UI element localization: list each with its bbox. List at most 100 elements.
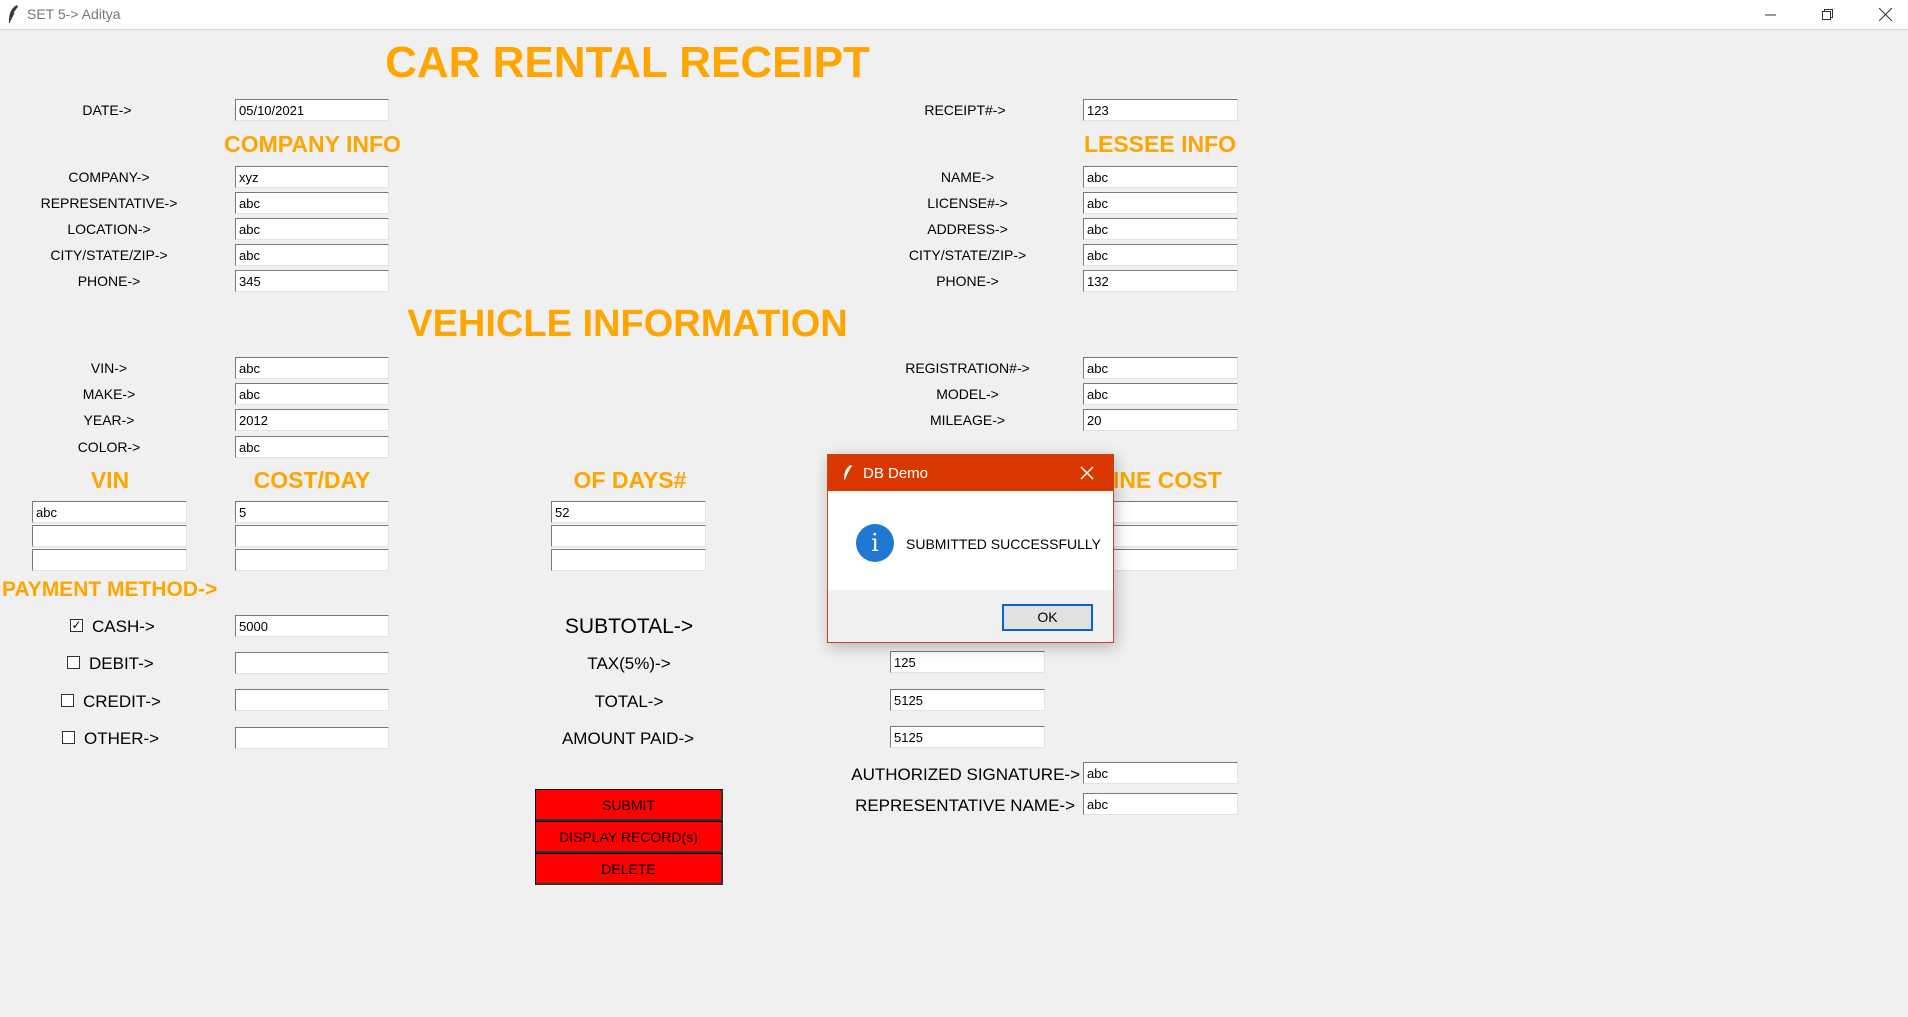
amount-paid-label: AMOUNT PAID-> bbox=[561, 729, 695, 748]
other-label: OTHER-> bbox=[84, 729, 160, 748]
lessee-name-label: NAME-> bbox=[940, 169, 995, 185]
restore-button[interactable] bbox=[1800, 0, 1856, 29]
registration-label: REGISTRATION#-> bbox=[905, 360, 1030, 376]
line-vin-field-3[interactable] bbox=[32, 549, 187, 571]
close-icon bbox=[1878, 8, 1892, 21]
address-field[interactable]: abc bbox=[1083, 218, 1238, 240]
license-label: LICENSE#-> bbox=[927, 195, 1008, 211]
debit-amount-field[interactable] bbox=[235, 652, 389, 674]
dialog-message: SUBMITTED SUCCESSFULLY bbox=[906, 536, 1101, 552]
company-city-state-zip-label: CITY/STATE/ZIP-> bbox=[50, 247, 168, 263]
dialog-title: DB Demo bbox=[863, 465, 929, 482]
window-titlebar: SET 5-> Aditya bbox=[0, 0, 1908, 30]
line-days-field-3[interactable] bbox=[551, 549, 706, 571]
cash-label: CASH-> bbox=[92, 617, 155, 636]
line-cost-day-field-1[interactable]: 5 bbox=[235, 501, 389, 523]
submit-button[interactable]: SUBMIT bbox=[535, 789, 723, 821]
company-phone-label: PHONE-> bbox=[77, 273, 141, 289]
credit-checkbox[interactable] bbox=[61, 694, 74, 707]
year-label: YEAR-> bbox=[83, 412, 135, 428]
credit-label: CREDIT-> bbox=[83, 692, 161, 711]
lessee-name-field[interactable]: abc bbox=[1083, 166, 1238, 188]
info-icon: i bbox=[856, 524, 894, 562]
model-field[interactable]: abc bbox=[1083, 383, 1238, 405]
other-checkbox[interactable] bbox=[62, 731, 75, 744]
cash-amount-field[interactable]: 5000 bbox=[235, 615, 389, 637]
dialog-titlebar: DB Demo bbox=[828, 455, 1113, 491]
vin-label: VIN-> bbox=[90, 360, 128, 376]
total-field[interactable]: 5125 bbox=[890, 689, 1045, 711]
dialog-close-button[interactable] bbox=[1078, 464, 1096, 482]
vehicle-info-heading: VEHICLE INFORMATION bbox=[407, 303, 848, 345]
date-field[interactable]: 05/10/2021 bbox=[235, 99, 389, 121]
total-label: TOTAL-> bbox=[594, 692, 664, 711]
payment-method-heading: PAYMENT METHOD-> bbox=[2, 578, 218, 601]
amount-paid-field[interactable]: 5125 bbox=[890, 726, 1045, 748]
ok-button[interactable]: OK bbox=[1002, 604, 1093, 631]
line-days-field-1[interactable]: 52 bbox=[551, 501, 706, 523]
feather-icon bbox=[844, 465, 852, 480]
tax-field[interactable]: 125 bbox=[890, 651, 1045, 673]
date-label: DATE-> bbox=[82, 102, 132, 118]
line-cost-day-field-3[interactable] bbox=[235, 549, 389, 571]
minimize-button[interactable] bbox=[1743, 0, 1799, 29]
lessee-info-heading: LESSEE INFO bbox=[1083, 131, 1237, 157]
make-field[interactable]: abc bbox=[235, 383, 389, 405]
color-field[interactable]: abc bbox=[235, 436, 389, 458]
location-field[interactable]: abc bbox=[235, 218, 389, 240]
lessee-city-state-zip-field[interactable]: abc bbox=[1083, 244, 1238, 266]
credit-amount-field[interactable] bbox=[235, 689, 389, 711]
vin-column-heading: VIN bbox=[90, 467, 130, 493]
line-vin-field-2[interactable] bbox=[32, 525, 187, 547]
line-cost-day-field-2[interactable] bbox=[235, 525, 389, 547]
other-amount-field[interactable] bbox=[235, 727, 389, 749]
year-field[interactable]: 2012 bbox=[235, 409, 389, 431]
address-label: ADDRESS-> bbox=[927, 221, 1008, 237]
cash-checkbox[interactable]: ✓ bbox=[70, 619, 83, 632]
page-title: CAR RENTAL RECEIPT bbox=[385, 38, 870, 87]
company-phone-field[interactable]: 345 bbox=[235, 270, 389, 292]
window-title: SET 5-> Aditya bbox=[27, 6, 121, 22]
representative-label: REPRESENTATIVE-> bbox=[40, 195, 178, 211]
receipt-field[interactable]: 123 bbox=[1083, 99, 1238, 121]
lessee-phone-field[interactable]: 132 bbox=[1083, 270, 1238, 292]
debit-label: DEBIT-> bbox=[89, 654, 154, 673]
minimize-icon bbox=[1765, 14, 1776, 15]
make-label: MAKE-> bbox=[82, 386, 136, 402]
mileage-label: MILEAGE-> bbox=[929, 412, 1006, 428]
lessee-phone-label: PHONE-> bbox=[936, 273, 999, 289]
vin-field[interactable]: abc bbox=[235, 357, 389, 379]
model-label: MODEL-> bbox=[936, 386, 999, 402]
debit-checkbox[interactable] bbox=[67, 656, 80, 669]
company-city-state-zip-field[interactable]: abc bbox=[235, 244, 389, 266]
lessee-city-state-zip-label: CITY/STATE/ZIP-> bbox=[908, 247, 1027, 263]
color-label: COLOR-> bbox=[77, 439, 141, 455]
license-field[interactable]: abc bbox=[1083, 192, 1238, 214]
representative-field[interactable]: abc bbox=[235, 192, 389, 214]
line-days-field-2[interactable] bbox=[551, 525, 706, 547]
authorized-signature-label: AUTHORIZED SIGNATURE-> bbox=[851, 765, 1080, 784]
line-vin-field-1[interactable]: abc bbox=[32, 501, 187, 523]
receipt-label: RECEIPT#-> bbox=[924, 102, 1006, 118]
cost-day-column-heading: COST/DAY bbox=[253, 467, 371, 493]
restore-icon bbox=[1822, 8, 1833, 20]
days-column-heading: OF DAYS# bbox=[573, 467, 687, 493]
representative-name-label: REPRESENTATIVE NAME-> bbox=[855, 796, 1075, 815]
representative-name-field[interactable]: abc bbox=[1083, 793, 1238, 815]
mileage-field[interactable]: 20 bbox=[1083, 409, 1238, 431]
dialog-body: i SUBMITTED SUCCESSFULLY bbox=[828, 491, 1113, 590]
delete-button[interactable]: DELETE bbox=[535, 853, 723, 885]
line-cost-column-heading: INE COST bbox=[1113, 467, 1222, 493]
company-info-heading: COMPANY INFO bbox=[224, 131, 401, 157]
message-dialog: DB Demo i SUBMITTED SUCCESSFULLY OK bbox=[827, 454, 1114, 643]
authorized-signature-field[interactable]: abc bbox=[1083, 762, 1238, 784]
location-label: LOCATION-> bbox=[67, 221, 151, 237]
subtotal-label: SUBTOTAL-> bbox=[564, 615, 694, 638]
display-records-button[interactable]: DISPLAY RECORD(s) bbox=[535, 821, 723, 853]
feather-icon bbox=[8, 5, 18, 24]
registration-field[interactable]: abc bbox=[1083, 357, 1238, 379]
company-field[interactable]: xyz bbox=[235, 166, 389, 188]
tax-label: TAX(5%)-> bbox=[587, 654, 671, 673]
company-label: COMPANY-> bbox=[68, 169, 150, 185]
close-window-button[interactable] bbox=[1857, 0, 1908, 29]
